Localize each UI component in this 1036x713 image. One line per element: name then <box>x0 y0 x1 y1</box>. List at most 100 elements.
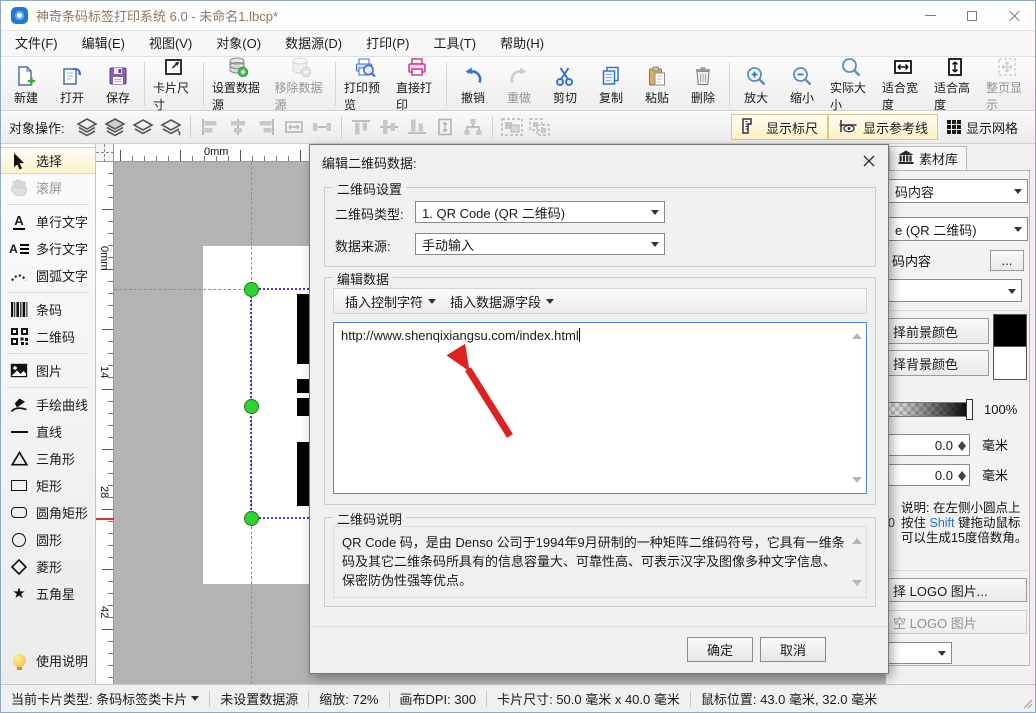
send-to-back-icon[interactable] <box>102 115 128 139</box>
tool-multi-line-text[interactable]: A 多行文字 <box>1 235 95 262</box>
actual-size-button[interactable]: 实际大小 <box>825 58 877 112</box>
show-grid-toggle[interactable]: 显示网格 <box>938 114 1027 140</box>
selection-handle-middle-left[interactable] <box>244 399 259 414</box>
close-button[interactable] <box>993 1 1035 30</box>
ok-button[interactable]: 确定 <box>687 637 753 662</box>
selection-handle-top-left[interactable] <box>244 282 259 297</box>
image-icon <box>8 363 30 378</box>
zoom-in-button[interactable]: 放大 <box>733 59 779 109</box>
new-button[interactable]: 新建 <box>3 59 49 109</box>
mouse-position-status: 鼠标位置: 43.0 毫米, 32.0 毫米 <box>700 692 878 707</box>
tool-select[interactable]: 选择 <box>1 147 95 174</box>
menu-view[interactable]: 视图(V) <box>137 31 204 56</box>
horizontal-guide-line[interactable] <box>114 289 251 290</box>
paste-button[interactable]: 粘贴 <box>634 59 680 109</box>
set-datasource-button[interactable]: 设置数据源 <box>207 57 270 112</box>
menu-edit[interactable]: 编辑(E) <box>70 31 137 56</box>
qrcode-object[interactable] <box>297 442 309 506</box>
copy-button[interactable]: 复制 <box>588 59 634 109</box>
qrcode-object[interactable] <box>297 379 309 393</box>
tool-rounded-rectangle[interactable]: 圆角矩形 <box>1 499 95 526</box>
help-button[interactable]: 使用说明 <box>1 647 95 674</box>
content-value-combo[interactable] <box>888 279 1022 302</box>
opacity-slider[interactable] <box>886 399 973 420</box>
full-page-button: 整页显示 <box>981 58 1033 112</box>
menu-file[interactable]: 文件(F) <box>3 31 70 56</box>
menu-print[interactable]: 打印(P) <box>354 31 421 56</box>
show-ruler-toggle[interactable]: 显示标尺 <box>730 114 828 140</box>
tool-curve[interactable]: 手绘曲线 <box>1 391 95 418</box>
menu-tools[interactable]: 工具(T) <box>421 31 488 56</box>
scroll-up-icon[interactable] <box>852 533 862 544</box>
print-preview-button[interactable]: 打印预览 <box>339 58 391 112</box>
tool-circle[interactable]: 圆形 <box>1 526 95 553</box>
maximize-button[interactable] <box>951 1 993 30</box>
selection-handle-bottom-left[interactable] <box>244 511 259 526</box>
scroll-down-icon[interactable] <box>852 580 862 591</box>
tool-diamond[interactable]: 菱形 <box>1 553 95 580</box>
slider-knob[interactable] <box>966 399 973 420</box>
offset-y-spinner[interactable]: 0.0 <box>886 464 970 486</box>
logo-option-combo[interactable] <box>886 642 952 664</box>
card-type-status[interactable]: 当前卡片类型: 条码标签类卡片 <box>1 689 209 708</box>
move-down-layer-icon[interactable] <box>158 115 184 139</box>
foreground-color-button[interactable]: 择前景颜色 <box>886 318 989 344</box>
undo-button[interactable]: 撤销 <box>450 59 496 109</box>
move-up-layer-icon[interactable] <box>130 115 156 139</box>
zoom-out-button[interactable]: 缩小 <box>779 59 825 109</box>
tool-star[interactable]: ★ 五角星 <box>1 580 95 607</box>
insert-control-char-button[interactable]: 插入控制字符 <box>338 290 443 312</box>
menu-datasource[interactable]: 数据源(D) <box>273 31 354 56</box>
show-guides-toggle[interactable]: 显示参考线 <box>827 114 938 140</box>
tool-barcode[interactable]: 条码 <box>1 296 95 323</box>
data-source-combo[interactable]: 手动输入 <box>415 233 665 255</box>
background-color-button[interactable]: 择背景颜色 <box>886 350 989 376</box>
background-color-swatch[interactable] <box>993 346 1027 380</box>
tool-rectangle[interactable]: 矩形 <box>1 472 95 499</box>
spinner-arrows-icon[interactable] <box>956 467 967 483</box>
tool-single-line-text[interactable]: A 单行文字 <box>1 208 95 235</box>
save-button[interactable]: 保存 <box>95 59 141 109</box>
card-size-button[interactable]: 卡片尺寸 <box>148 59 200 112</box>
arc-text-icon <box>8 270 30 282</box>
direct-print-button[interactable]: 直接打印 <box>391 58 443 112</box>
menu-object[interactable]: 对象(O) <box>204 31 273 56</box>
more-button[interactable]: ... <box>990 250 1024 271</box>
chevron-down-icon <box>651 242 659 251</box>
tool-qrcode[interactable]: 二维码 <box>1 323 95 350</box>
tool-arc-text[interactable]: 圆弧文字 <box>1 262 95 289</box>
fit-height-button[interactable]: 适合高度 <box>929 58 981 112</box>
delete-button[interactable]: 删除 <box>680 59 726 109</box>
code-type-combo[interactable]: e (QR 二维码) <box>888 217 1028 241</box>
spinner-arrows-icon[interactable] <box>956 437 967 453</box>
tool-triangle[interactable]: 三角形 <box>1 445 95 472</box>
offset-x-spinner[interactable]: 0.0 <box>886 434 970 456</box>
cut-button[interactable]: 剪切 <box>542 59 588 109</box>
tool-image[interactable]: 图片 <box>1 357 95 384</box>
minimize-button[interactable] <box>909 1 951 30</box>
qrcode-object[interactable] <box>297 398 309 416</box>
tab-material-library[interactable]: 素材库 <box>889 146 968 170</box>
fit-width-button[interactable]: 适合宽度 <box>877 59 929 112</box>
qrcode-data-textarea[interactable]: http://www.shenqixiangsu.com/index.html <box>333 322 867 494</box>
bring-to-front-icon[interactable] <box>74 115 100 139</box>
dialog-close-button[interactable] <box>860 152 878 170</box>
scroll-down-icon[interactable] <box>852 477 862 488</box>
select-logo-button[interactable]: 择 LOGO 图片... <box>886 578 1027 602</box>
cursor-icon <box>8 152 30 170</box>
menu-bar: 文件(F) 编辑(E) 视图(V) 对象(O) 数据源(D) 打印(P) 工具(… <box>1 31 1035 57</box>
cancel-button[interactable]: 取消 <box>760 637 826 662</box>
align-middle-v-icon <box>376 115 402 139</box>
code-content-combo[interactable]: 码内容 <box>888 179 1028 203</box>
h-spacing-icon <box>309 115 335 139</box>
open-button[interactable]: 打开 <box>49 59 95 109</box>
menu-help[interactable]: 帮助(H) <box>488 31 556 56</box>
tool-line[interactable]: 直线 <box>1 418 95 445</box>
ruler-v-tick-label: 28 <box>98 486 110 499</box>
foreground-color-swatch[interactable] <box>993 314 1027 348</box>
scroll-up-icon[interactable] <box>852 328 862 339</box>
qrcode-object[interactable] <box>297 294 309 364</box>
insert-datasource-field-button[interactable]: 插入数据源字段 <box>443 290 561 312</box>
resize-grip[interactable] <box>1021 697 1033 712</box>
qrcode-type-combo[interactable]: 1. QR Code (QR 二维码) <box>415 201 665 223</box>
